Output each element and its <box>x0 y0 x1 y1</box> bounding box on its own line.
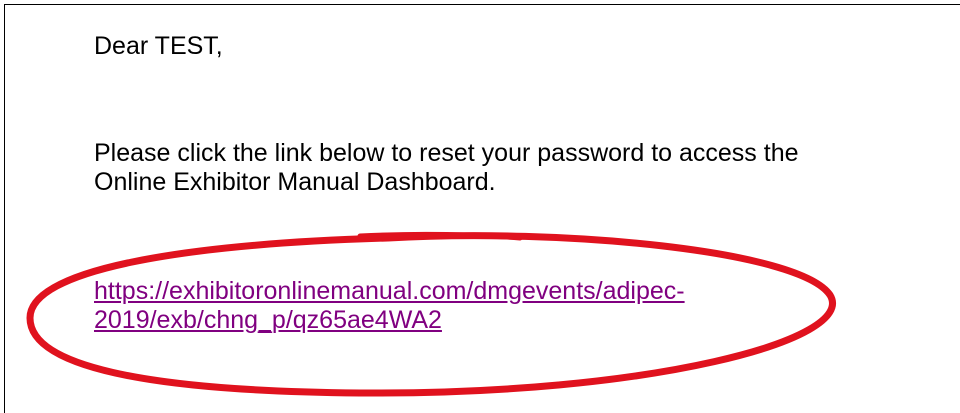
reset-password-link[interactable]: https://exhibitoronlinemanual.com/dmgeve… <box>94 277 685 335</box>
email-frame <box>4 4 960 413</box>
instruction-line-2: Online Exhibitor Manual Dashboard. <box>94 168 496 196</box>
instruction-line-1: Please click the link below to reset you… <box>94 139 799 167</box>
greeting-text: Dear TEST, <box>94 32 223 60</box>
reset-link-line-2: 2019/exb/chng_p/qz65ae4WA2 <box>94 306 442 334</box>
instruction-text: Please click the link below to reset you… <box>94 139 960 197</box>
reset-link-line-1: https://exhibitoronlinemanual.com/dmgeve… <box>94 277 685 305</box>
